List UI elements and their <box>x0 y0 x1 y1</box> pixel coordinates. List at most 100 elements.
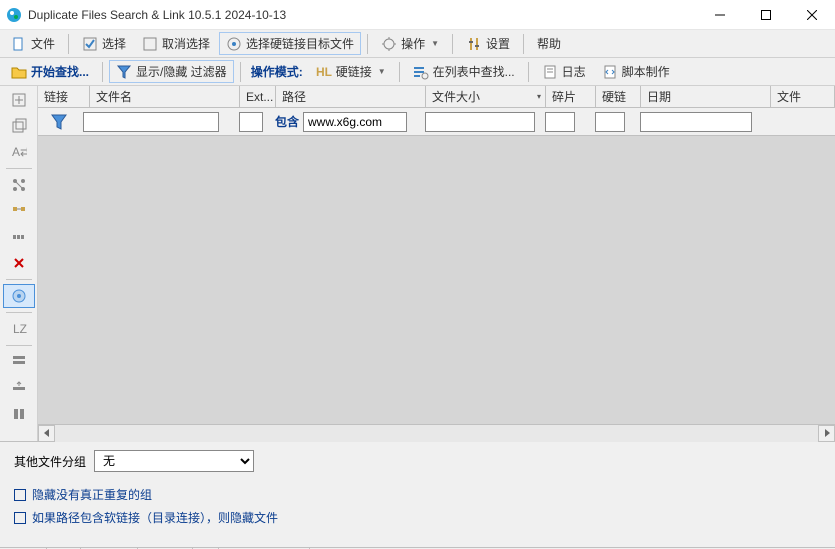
operate-label: 操作 <box>401 35 425 52</box>
sidebar-btn-8[interactable] <box>3 284 35 308</box>
other-group-select[interactable]: 无 <box>94 450 254 472</box>
sidebar-btn-10[interactable] <box>3 350 35 374</box>
svg-text:A⇄: A⇄ <box>12 145 27 159</box>
hide-no-dup-checkbox[interactable]: 隐藏没有真正重复的组 <box>14 486 821 503</box>
hide-softlink-label: 如果路径包含软链接（目录连接），则隐藏文件 <box>32 509 278 526</box>
hardlink-mode-button[interactable]: HL 硬链接 ▼ <box>309 60 393 83</box>
hardlink-icon: HL <box>316 64 332 80</box>
col-hardlink[interactable]: 硬链 <box>596 86 641 107</box>
deselect-button[interactable]: 取消选择 <box>135 32 217 55</box>
sidebar-separator <box>6 345 32 346</box>
settings-label: 设置 <box>486 35 510 52</box>
sidebar-btn-9[interactable]: LZ <box>3 317 35 341</box>
settings-button[interactable]: 设置 <box>459 32 517 55</box>
scroll-track[interactable] <box>55 425 818 442</box>
separator <box>399 62 400 82</box>
log-icon <box>542 64 558 80</box>
filter-fragment-input[interactable] <box>545 112 575 132</box>
log-button[interactable]: 日志 <box>535 60 593 83</box>
file-menu-label: 文件 <box>31 35 55 52</box>
operate-mode-label: 操作模式: <box>247 63 307 80</box>
sidebar-separator <box>6 279 32 280</box>
file-menu[interactable]: 文件 <box>4 32 62 55</box>
bottom-panel: 其他文件分组 无 隐藏没有真正重复的组 如果路径包含软链接（目录连接），则隐藏文… <box>0 441 835 547</box>
select-icon <box>82 36 98 52</box>
filter-filename-input[interactable] <box>83 112 219 132</box>
chevron-down-icon: ▼ <box>378 67 386 76</box>
folder-search-icon <box>11 64 27 80</box>
deselect-label: 取消选择 <box>162 35 210 52</box>
sidebar-separator <box>6 168 32 169</box>
operate-menu[interactable]: 操作 ▼ <box>374 32 446 55</box>
list-search-icon <box>413 64 429 80</box>
sidebar-btn-6[interactable] <box>3 225 35 249</box>
filter-ext-input[interactable] <box>239 112 263 132</box>
hide-no-dup-label: 隐藏没有真正重复的组 <box>32 486 152 503</box>
separator <box>528 62 529 82</box>
scroll-left-arrow[interactable] <box>38 425 55 442</box>
maximize-button[interactable] <box>743 0 789 30</box>
col-file[interactable]: 文件 <box>771 86 835 107</box>
hide-softlink-checkbox[interactable]: 如果路径包含软链接（目录连接），则隐藏文件 <box>14 509 821 526</box>
sidebar-btn-5[interactable] <box>3 199 35 223</box>
script-make-label: 脚本制作 <box>622 63 670 80</box>
minimize-button[interactable] <box>697 0 743 30</box>
help-label: 帮助 <box>537 35 561 52</box>
col-link[interactable]: 链接 <box>38 86 90 107</box>
col-fragment[interactable]: 碎片 <box>546 86 596 107</box>
toggle-filter-button[interactable]: 显示/隐藏 过滤器 <box>109 60 234 83</box>
target-icon <box>226 36 242 52</box>
filter-contains-label: 包含 <box>275 113 299 130</box>
col-filename[interactable]: 文件名 <box>90 86 240 107</box>
filter-row: 包含 <box>38 108 835 136</box>
log-label: 日志 <box>562 63 586 80</box>
sidebar-btn-4[interactable] <box>3 173 35 197</box>
filter-size-input[interactable] <box>425 112 535 132</box>
hardlink-mode-label: 硬链接 <box>336 63 372 80</box>
col-path[interactable]: 路径 <box>276 86 426 107</box>
title-bar: Duplicate Files Search & Link 10.5.1 202… <box>0 0 835 30</box>
close-button[interactable] <box>789 0 835 30</box>
filter-date-input[interactable] <box>640 112 752 132</box>
sidebar-btn-2[interactable] <box>3 114 35 138</box>
chevron-down-icon: ▼ <box>431 39 439 48</box>
separator <box>102 62 103 82</box>
search-in-list-button[interactable]: 在列表中查找... <box>406 60 522 83</box>
main-toolbar: 文件 选择 取消选择 选择硬链接目标文件 操作 ▼ 设置 帮助 <box>0 30 835 58</box>
start-search-label: 开始查找... <box>31 63 89 80</box>
col-filesize[interactable]: 文件大小▾ <box>426 86 546 107</box>
separator <box>452 34 453 54</box>
select-menu-label: 选择 <box>102 35 126 52</box>
sidebar-separator <box>6 312 32 313</box>
left-sidebar: A⇄ LZ <box>0 86 38 441</box>
svg-text:LZ: LZ <box>13 322 27 336</box>
scroll-right-arrow[interactable] <box>818 425 835 442</box>
col-date[interactable]: 日期 <box>641 86 771 107</box>
sidebar-btn-7[interactable] <box>3 251 35 275</box>
sidebar-btn-11[interactable] <box>3 376 35 400</box>
help-button[interactable]: 帮助 <box>530 32 568 55</box>
start-search-button[interactable]: 开始查找... <box>4 60 96 83</box>
sidebar-btn-3[interactable]: A⇄ <box>3 140 35 164</box>
checkbox-icon <box>14 512 26 524</box>
select-hardlink-target-button[interactable]: 选择硬链接目标文件 <box>219 32 361 55</box>
sidebar-btn-1[interactable] <box>3 88 35 112</box>
window-title: Duplicate Files Search & Link 10.5.1 202… <box>28 8 697 22</box>
funnel-icon <box>116 64 132 80</box>
search-in-list-label: 在列表中查找... <box>433 63 515 80</box>
sidebar-btn-12[interactable] <box>3 402 35 426</box>
horizontal-scrollbar[interactable] <box>38 424 835 441</box>
col-ext[interactable]: Ext... <box>240 86 276 107</box>
file-icon <box>11 36 27 52</box>
select-hardlink-target-label: 选择硬链接目标文件 <box>246 35 354 52</box>
filter-path-input[interactable] <box>303 112 407 132</box>
table-body <box>38 136 835 424</box>
select-menu[interactable]: 选择 <box>75 32 133 55</box>
svg-text:HL: HL <box>316 65 332 79</box>
settings-icon <box>466 36 482 52</box>
app-icon <box>6 7 22 23</box>
filter-hardlink-input[interactable] <box>595 112 625 132</box>
script-make-button[interactable]: 脚本制作 <box>595 60 677 83</box>
separator <box>367 34 368 54</box>
filter-funnel-icon[interactable] <box>38 113 80 131</box>
